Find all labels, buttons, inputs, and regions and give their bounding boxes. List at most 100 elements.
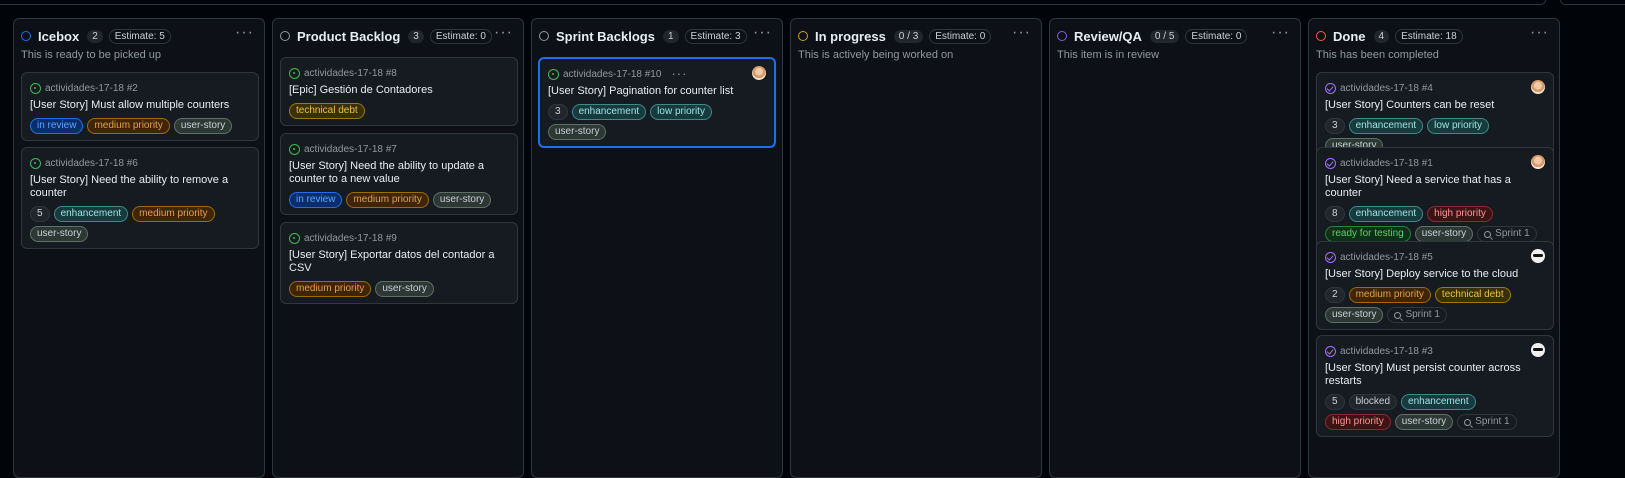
status-circle-icon	[798, 31, 808, 41]
status-circle-icon	[21, 31, 31, 41]
label-user-story[interactable]: user-story	[173, 118, 233, 134]
card-title[interactable]: [User Story] Need the ability to remove …	[30, 174, 250, 200]
assignee-avatar[interactable]	[1531, 249, 1545, 263]
issue-reference[interactable]: actividades-17-18 #3	[1340, 346, 1433, 357]
column-in-progress: In progress 0 / 3 Estimate: 0 ··· This is ac…	[790, 18, 1042, 478]
card-title[interactable]: [User Story] Deploy service to the cloud	[1325, 268, 1545, 281]
label-medium-priority[interactable]: medium priority	[1348, 287, 1431, 303]
label-enhancement[interactable]: enhancement	[1401, 394, 1476, 410]
issue-reference[interactable]: actividades-17-18 #2	[45, 83, 138, 94]
issue-reference[interactable]: actividades-17-18 #8	[304, 68, 397, 79]
issue-reference[interactable]: actividades-17-18 #6	[45, 158, 138, 169]
issue-reference[interactable]: actividades-17-18 #1	[1340, 158, 1433, 169]
column-menu-icon[interactable]: ···	[1012, 25, 1031, 41]
estimate-badge: 3	[548, 104, 568, 120]
status-circle-icon	[1316, 31, 1326, 41]
card-meta: actividades-17-18 #8	[289, 66, 509, 80]
assignee-avatar[interactable]	[1531, 80, 1545, 94]
column-menu-icon[interactable]: ···	[753, 25, 772, 41]
card-title[interactable]: [Epic] Gestión de Contadores	[289, 84, 509, 97]
label-user-story[interactable]: user-story	[375, 281, 434, 297]
estimate-badge: 5	[30, 206, 50, 222]
estimate-badge: 5	[1325, 394, 1345, 410]
issue-reference[interactable]: actividades-17-18 #4	[1340, 83, 1433, 94]
column-count-badge: 0 / 3	[893, 29, 924, 43]
issue-card[interactable]: actividades-17-18 #10 ··· [User Story] Pag…	[538, 57, 776, 148]
column-menu-icon[interactable]: ···	[1271, 25, 1290, 41]
assignee-avatar[interactable]	[752, 66, 766, 80]
label-high-priority[interactable]: high priority	[1325, 414, 1391, 430]
assignee-avatar[interactable]	[1531, 343, 1545, 357]
label-user-story[interactable]: user-story	[1325, 307, 1384, 323]
column-estimate-badge: Estimate: 18	[1395, 28, 1463, 44]
column-description: This is ready to be picked up	[21, 49, 162, 61]
column-title: Done	[1333, 28, 1366, 44]
label-low-priority[interactable]: low priority	[650, 104, 712, 120]
sprint-badge[interactable]: Sprint 1	[1457, 414, 1517, 430]
label-user-story[interactable]: user-story	[432, 192, 492, 208]
label-medium-priority[interactable]: medium priority	[289, 281, 372, 297]
column-estimate-badge: Estimate: 0	[1185, 28, 1248, 44]
column-estimate-badge: Estimate: 0	[929, 28, 992, 44]
issue-reference[interactable]: actividades-17-18 #5	[1340, 252, 1433, 263]
label-high-priority[interactable]: high priority	[1427, 206, 1493, 222]
card-meta: actividades-17-18 #5	[1325, 250, 1545, 264]
column-estimate-badge: Estimate: 5	[108, 28, 171, 44]
column-menu-icon[interactable]: ···	[235, 25, 254, 41]
label-in-review[interactable]: in review	[30, 118, 84, 134]
status-circle-icon	[539, 31, 549, 41]
label-enhancement[interactable]: enhancement	[571, 104, 647, 120]
card-more-options-icon[interactable]: ···	[671, 67, 687, 80]
issue-card[interactable]: actividades-17-18 #6 [User Story] Need th…	[21, 147, 259, 249]
label-enhancement[interactable]: enhancement	[1348, 118, 1424, 134]
column-count-badge: 1	[662, 29, 679, 43]
issue-card[interactable]: actividades-17-18 #3 [User Story] Must pe…	[1316, 335, 1554, 437]
iteration-icon	[1394, 311, 1402, 319]
issue-reference[interactable]: actividades-17-18 #10	[563, 69, 661, 80]
card-title[interactable]: [User Story] Need a service that has a c…	[1325, 174, 1545, 200]
issue-card[interactable]: actividades-17-18 #1 [User Story] Need a …	[1316, 147, 1554, 249]
column-menu-icon[interactable]: ···	[1530, 25, 1549, 41]
issue-card[interactable]: actividades-17-18 #8 [Epic] Gestión de Co…	[280, 57, 518, 126]
issue-card[interactable]: actividades-17-18 #7 [User Story] Need th…	[280, 133, 518, 215]
label-low-priority[interactable]: low priority	[1427, 118, 1489, 134]
column-header: Product Backlog 3 Estimate: 0	[273, 19, 523, 53]
card-meta: actividades-17-18 #1	[1325, 156, 1545, 170]
card-title[interactable]: [User Story] Exportar datos del contador…	[289, 249, 509, 275]
issue-card[interactable]: actividades-17-18 #5 [User Story] Deploy …	[1316, 241, 1554, 330]
label-in-review[interactable]: in review	[289, 192, 343, 208]
label-user-story[interactable]: user-story	[30, 226, 89, 242]
column-menu-icon[interactable]: ···	[494, 25, 513, 41]
column-review-qa: Review/QA 0 / 5 Estimate: 0 ··· This item is…	[1049, 18, 1301, 478]
sprint-badge[interactable]: Sprint 1	[1387, 307, 1447, 323]
assignee-avatar[interactable]	[1531, 155, 1545, 169]
column-header: Sprint Backlogs 1 Estimate: 3	[532, 19, 782, 53]
card-title[interactable]: [User Story] Pagination for counter list	[548, 85, 766, 98]
label-user-story[interactable]: user-story	[548, 124, 607, 140]
label-user-story[interactable]: user-story	[1414, 226, 1474, 242]
sprint-badge[interactable]: Sprint 1	[1477, 226, 1537, 242]
label-blocked[interactable]: blocked	[1348, 394, 1398, 410]
label-technical-debt[interactable]: technical debt	[1434, 287, 1511, 303]
label-medium-priority[interactable]: medium priority	[87, 118, 170, 134]
issue-card[interactable]: actividades-17-18 #9 [User Story] Exporta…	[280, 222, 518, 304]
card-title[interactable]: [User Story] Counters can be reset	[1325, 99, 1545, 112]
issue-reference[interactable]: actividades-17-18 #9	[304, 233, 397, 244]
label-technical-debt[interactable]: technical debt	[289, 103, 365, 119]
card-title[interactable]: [User Story] Must allow multiple counter…	[30, 99, 250, 112]
issue-reference[interactable]: actividades-17-18 #7	[304, 144, 397, 155]
label-enhancement[interactable]: enhancement	[1348, 206, 1424, 222]
card-title[interactable]: [User Story] Must persist counter across…	[1325, 362, 1545, 388]
issue-open-icon	[30, 82, 41, 94]
label-enhancement[interactable]: enhancement	[53, 206, 129, 222]
column-count-badge: 3	[408, 29, 424, 43]
sprint-text: Sprint 1	[1405, 309, 1440, 320]
label-user-story[interactable]: user-story	[1394, 414, 1454, 430]
label-medium-priority[interactable]: medium priority	[346, 192, 429, 208]
column-title: Review/QA	[1074, 28, 1142, 44]
label-medium-priority[interactable]: medium priority	[132, 206, 215, 222]
sprint-text: Sprint 1	[1475, 416, 1510, 427]
label-ready-for-testing[interactable]: ready for testing	[1325, 226, 1411, 242]
card-title[interactable]: [User Story] Need the ability to update …	[289, 160, 509, 186]
issue-card[interactable]: actividades-17-18 #2 [User Story] Must al…	[21, 72, 259, 141]
